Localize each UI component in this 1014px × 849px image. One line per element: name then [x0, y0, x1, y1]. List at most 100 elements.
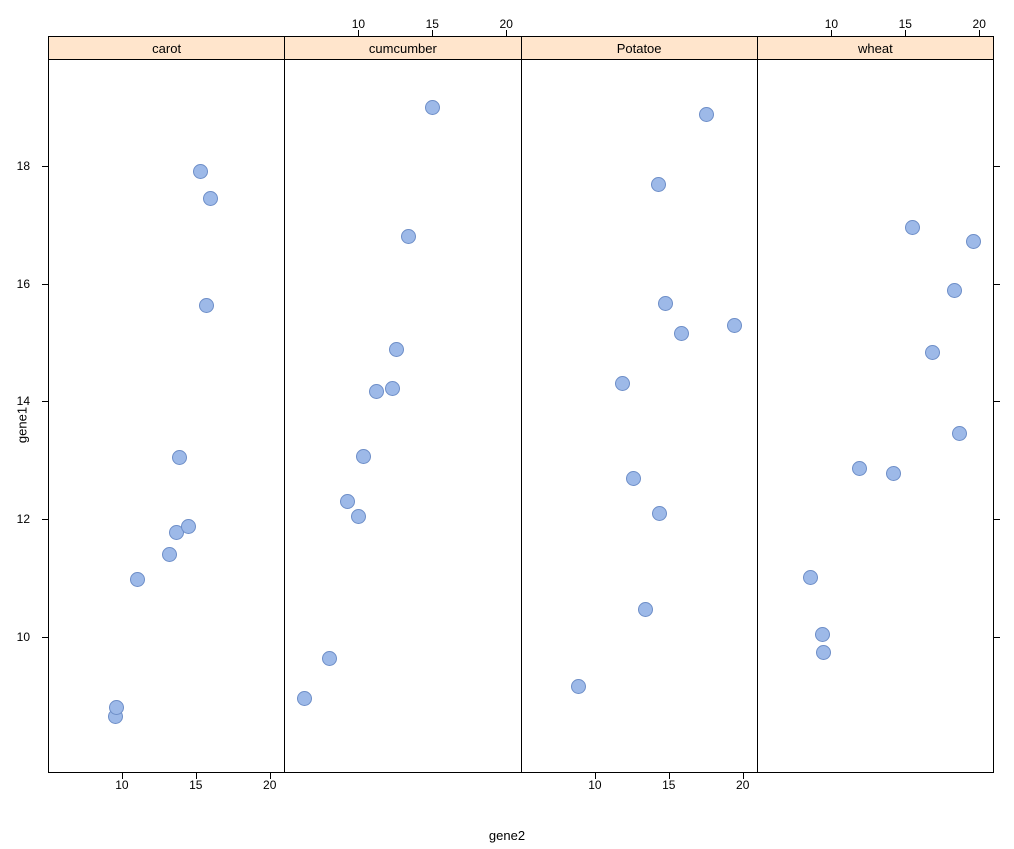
scatter-point [369, 384, 384, 399]
scatter-point [385, 381, 400, 396]
scatter-point [658, 296, 673, 311]
scatter-point [356, 449, 371, 464]
x-tick-mark [122, 773, 123, 779]
scatter-point [172, 450, 187, 465]
x-tick-mark [196, 773, 197, 779]
scatter-point [130, 572, 145, 587]
plot-region: 101520101520 carotcumcumberPotatoewheat … [48, 10, 994, 799]
scatter-point [626, 471, 641, 486]
scatter-point [162, 547, 177, 562]
x-tick-cell-top [521, 10, 758, 36]
panel-strip: wheat [758, 37, 993, 60]
x-tick-cell-top: 10 15 20 [758, 10, 995, 36]
x-tick-label: 10 [352, 17, 365, 31]
x-tick-mark [831, 30, 832, 36]
x-tick-mark [358, 30, 359, 36]
x-tick-cell-top: 10 15 20 [285, 10, 522, 36]
scatter-point [203, 191, 218, 206]
panel-strip: Potatoe [522, 37, 757, 60]
scatter-point [638, 602, 653, 617]
scatter-point [803, 570, 818, 585]
scatter-point [947, 283, 962, 298]
x-tick-mark [506, 30, 507, 36]
panel: cumcumber [285, 37, 521, 772]
scatter-point [651, 177, 666, 192]
x-tick-cell-bottom [285, 773, 522, 799]
scatter-point [952, 426, 967, 441]
scatter-point [886, 466, 901, 481]
y-tick-mark [994, 401, 1000, 402]
x-axis-label: gene2 [489, 828, 525, 843]
scatter-point [699, 107, 714, 122]
scatter-point [340, 494, 355, 509]
scatter-point [322, 651, 337, 666]
x-tick-mark [905, 30, 906, 36]
scatter-point [905, 220, 920, 235]
scatter-point [351, 509, 366, 524]
x-tick-row-bottom: 10 15 20 10 15 20 [48, 773, 994, 799]
panel-strip: cumcumber [285, 37, 520, 60]
panels-row: carotcumcumberPotatoewheat [48, 36, 994, 773]
scatter-point [815, 627, 830, 642]
scatter-point [401, 229, 416, 244]
panel: carot [49, 37, 285, 772]
x-tick-mark [432, 30, 433, 36]
scatter-point [816, 645, 831, 660]
x-tick-label: 15 [189, 778, 202, 792]
scatter-point [571, 679, 586, 694]
scatter-point [109, 700, 124, 715]
x-tick-label: 15 [662, 778, 675, 792]
panel-body [285, 60, 520, 772]
x-tick-cell-bottom: 10 15 20 [48, 773, 285, 799]
y-tick-mark [994, 166, 1000, 167]
x-tick-label: 15 [426, 17, 439, 31]
x-tick-mark [270, 773, 271, 779]
x-tick-mark [743, 773, 744, 779]
x-tick-label: 20 [736, 778, 749, 792]
scatter-point [199, 298, 214, 313]
scatter-point [966, 234, 981, 249]
y-axis-right [994, 10, 1014, 799]
x-tick-cell-top [48, 10, 285, 36]
panel-strip: carot [49, 37, 284, 60]
scatter-point [297, 691, 312, 706]
x-tick-cell-bottom [758, 773, 995, 799]
y-tick-mark [994, 284, 1000, 285]
y-tick-label: 10 [17, 630, 30, 644]
y-tick-mark [994, 637, 1000, 638]
x-tick-cell-bottom: 10 15 20 [521, 773, 758, 799]
scatter-point [852, 461, 867, 476]
scatter-point [652, 506, 667, 521]
x-tick-label: 20 [500, 17, 513, 31]
scatter-point [389, 342, 404, 357]
x-tick-label: 20 [973, 17, 986, 31]
trellis-scatter-chart: gene1 gene2 1012141618 101520101520 caro… [0, 0, 1014, 849]
x-tick-row-top: 10 15 20 10 15 20 [48, 10, 994, 36]
scatter-point [674, 326, 689, 341]
y-tick-label: 18 [17, 159, 30, 173]
x-tick-label: 10 [825, 17, 838, 31]
x-tick-mark [669, 773, 670, 779]
scatter-point [615, 376, 630, 391]
x-tick-label: 10 [115, 778, 128, 792]
panel-body [758, 60, 993, 772]
y-tick-label: 12 [17, 512, 30, 526]
x-tick-mark [595, 773, 596, 779]
scatter-point [925, 345, 940, 360]
scatter-point [727, 318, 742, 333]
y-tick-label: 16 [17, 277, 30, 291]
y-axis-label: gene1 [15, 406, 30, 442]
x-tick-label: 20 [263, 778, 276, 792]
panel: wheat [758, 37, 993, 772]
panel-body [522, 60, 757, 772]
panel-body [49, 60, 284, 772]
panel: Potatoe [522, 37, 758, 772]
x-tick-label: 15 [899, 17, 912, 31]
x-tick-label: 10 [588, 778, 601, 792]
scatter-point [193, 164, 208, 179]
y-axis-left: 1012141618 [0, 10, 48, 799]
scatter-point [425, 100, 440, 115]
y-tick-mark [994, 519, 1000, 520]
x-tick-mark [979, 30, 980, 36]
scatter-point [181, 519, 196, 534]
